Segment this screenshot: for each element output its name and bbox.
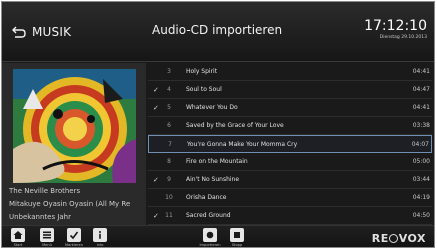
track-title: Soul to Soul bbox=[186, 86, 222, 93]
track-title: Saved by the Grace of Your Love bbox=[186, 122, 284, 129]
record-icon bbox=[203, 228, 217, 242]
checkmark-icon bbox=[67, 228, 81, 242]
menu-label: Menü bbox=[42, 243, 52, 247]
import-button[interactable]: Importieren bbox=[199, 228, 221, 247]
album-cover bbox=[13, 69, 136, 183]
track-row[interactable]: ✓ 5 Whatever You Do 04:41 bbox=[148, 99, 432, 117]
track-duration: 03:44 bbox=[412, 176, 430, 183]
track-duration: 04:41 bbox=[412, 104, 430, 111]
track-number: 10 bbox=[165, 194, 173, 201]
track-number: 6 bbox=[167, 122, 171, 129]
track-duration: 03:38 bbox=[412, 122, 430, 129]
info-button[interactable]: Info bbox=[89, 228, 111, 247]
back-button[interactable]: MUSIK bbox=[12, 21, 71, 43]
track-number: 4 bbox=[167, 86, 171, 93]
track-duration: 04:07 bbox=[411, 141, 429, 148]
track-title: Holy Spirit bbox=[186, 68, 218, 75]
page-title: Audio-CD importieren bbox=[152, 23, 283, 37]
album-meta: The Neville Brothers Mitakuye Oyasin Oya… bbox=[9, 185, 139, 224]
back-arrow-icon bbox=[12, 26, 26, 38]
bottom-toolbar: Start Menü Markieren Info Importieren St… bbox=[2, 225, 434, 247]
clock-date: Dienstag 29.10.2013 bbox=[379, 35, 427, 40]
track-number: 8 bbox=[167, 158, 171, 165]
mark-button[interactable]: Markieren bbox=[63, 228, 85, 247]
track-title: You're Gonna Make Your Momma Cry bbox=[187, 141, 298, 148]
logo-ring bbox=[389, 234, 399, 243]
track-duration: 04:41 bbox=[412, 68, 430, 75]
track-row[interactable]: 6 Saved by the Grace of Your Love 03:38 bbox=[148, 117, 432, 135]
check-icon[interactable]: ✓ bbox=[153, 86, 159, 94]
track-number: 9 bbox=[167, 176, 171, 183]
track-row[interactable]: 10 Orisha Dance 04:19 bbox=[148, 189, 432, 207]
header-bar: MUSIK Audio-CD importieren 17:12:10 Dien… bbox=[2, 2, 434, 62]
clock-time: 17:12:10 bbox=[364, 18, 427, 34]
start-label: Start bbox=[13, 243, 23, 247]
track-list[interactable]: 3 Holy Spirit 04:41 ✓ 4 Soul to Soul 04:… bbox=[146, 63, 434, 225]
track-title: Whatever You Do bbox=[186, 104, 238, 111]
import-label: Importieren bbox=[199, 243, 221, 247]
track-title: Ain't No Sunshine bbox=[186, 176, 240, 183]
track-number: 5 bbox=[167, 104, 171, 111]
track-duration: 04:47 bbox=[412, 86, 430, 93]
album-artist: The Neville Brothers bbox=[9, 187, 81, 195]
mark-label: Markieren bbox=[65, 243, 83, 247]
track-row[interactable]: ✓ 9 Ain't No Sunshine 03:44 bbox=[148, 171, 432, 189]
app-screen: MUSIK Audio-CD importieren 17:12:10 Dien… bbox=[1, 1, 435, 248]
check-icon[interactable]: ✓ bbox=[153, 212, 159, 220]
back-label: MUSIK bbox=[32, 25, 72, 39]
track-row[interactable]: 3 Holy Spirit 04:41 bbox=[148, 63, 432, 81]
track-row[interactable]: ✓ 11 Sacred Ground 04:50 bbox=[148, 207, 432, 225]
stop-icon bbox=[230, 228, 244, 242]
track-row[interactable]: 7 You're Gonna Make Your Momma Cry 04:07 bbox=[148, 135, 432, 153]
track-duration: 04:50 bbox=[412, 212, 430, 219]
track-row[interactable]: 8 Fire on the Mountain 05:00 bbox=[148, 153, 432, 171]
track-duration: 05:00 bbox=[412, 158, 430, 165]
check-icon[interactable]: ✓ bbox=[153, 104, 159, 112]
menu-button[interactable]: Menü bbox=[36, 228, 58, 247]
track-title: Sacred Ground bbox=[186, 212, 231, 219]
track-title: Orisha Dance bbox=[186, 194, 227, 201]
clock: 17:12:10 Dienstag 29.10.2013 bbox=[364, 18, 427, 41]
check-icon[interactable]: ✓ bbox=[153, 176, 159, 184]
stop-label: Stopp bbox=[231, 243, 243, 247]
track-duration: 04:19 bbox=[412, 194, 430, 201]
album-panel: The Neville Brothers Mitakuye Oyasin Oya… bbox=[2, 63, 146, 225]
menu-icon bbox=[40, 228, 54, 242]
info-label: Info bbox=[96, 243, 104, 247]
album-title: Mitakuye Oyasin Oyasin (All My Re bbox=[9, 200, 131, 208]
start-button[interactable]: Start bbox=[7, 228, 29, 247]
track-number: 7 bbox=[168, 141, 172, 148]
album-year: Unbekanntes Jahr bbox=[9, 213, 71, 221]
track-title: Fire on the Mountain bbox=[186, 158, 248, 165]
revox-logo: RE VOX bbox=[371, 232, 426, 245]
info-icon bbox=[93, 228, 107, 242]
stop-button[interactable]: Stopp bbox=[226, 228, 248, 247]
track-number: 11 bbox=[165, 212, 173, 219]
track-row[interactable]: ✓ 4 Soul to Soul 04:47 bbox=[148, 81, 432, 99]
track-number: 3 bbox=[167, 68, 171, 75]
home-icon bbox=[11, 228, 25, 242]
